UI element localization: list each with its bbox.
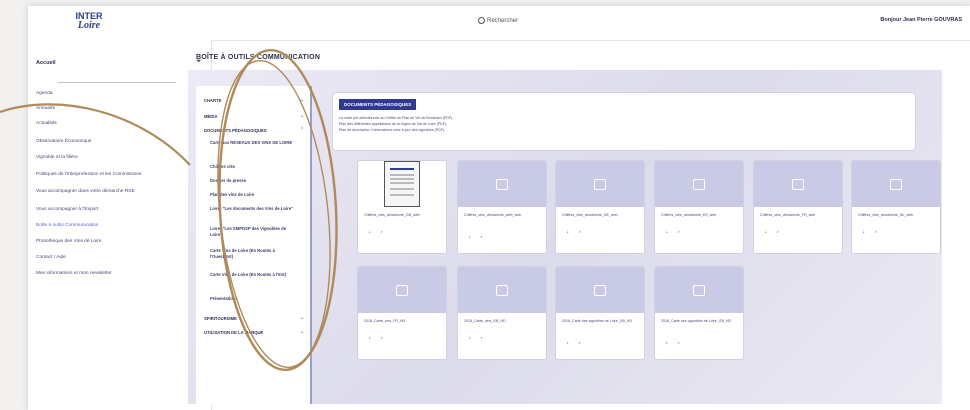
card-action-icons[interactable]: ⇣ ⌕ xyxy=(764,229,783,234)
placeholder-thumbnail xyxy=(754,161,842,207)
document-preview xyxy=(384,161,420,207)
document-card[interactable]: Chiffres_clés_vinsdeloire_web_web ⇣ ⌕ xyxy=(457,160,547,254)
document-card[interactable]: 2018_Carte_vins_FR_HD ⇣ ⌕ xyxy=(357,266,447,360)
sidebar-item[interactable]: Annuaire xyxy=(36,106,55,111)
tree-subitem[interactable]: Présentations xyxy=(210,296,298,302)
sidebar-item[interactable]: Vignoble et la filière xyxy=(36,155,78,160)
chevron-down-icon[interactable]: ⌄ xyxy=(300,329,304,335)
card-action-icons[interactable]: ⇣ ⌕ xyxy=(665,229,684,234)
card-filename: Chiffres_clés_vinsdeloire_GB_web xyxy=(364,213,420,217)
tree-subitem[interactable]: Livret "Les documents des Vins de Loire" xyxy=(210,206,298,212)
document-card[interactable]: Chiffres_clés_vinsdeloire_ES_web ⇣ ⌕ xyxy=(654,160,744,254)
file-icon xyxy=(594,284,606,296)
sidebar-item[interactable]: Observatoire Économique xyxy=(36,139,91,144)
card-action-icons[interactable]: ⇣ ⌕ xyxy=(665,340,684,345)
tree-folder[interactable]: UTILISATION DE LA MARQUE xyxy=(204,330,263,335)
placeholder-thumbnail xyxy=(458,267,546,313)
card-action-icons[interactable]: ⇣ ⌕ xyxy=(468,335,487,340)
file-icon xyxy=(496,178,508,190)
document-card[interactable]: Chiffres_clés_vinsdeloire_NL_web ⇣ ⌕ xyxy=(851,160,941,254)
tree-subitem[interactable]: Carte Vins de Loire (En Routes à l'Ouest… xyxy=(210,248,298,260)
placeholder-thumbnail xyxy=(655,267,743,313)
card-action-icons[interactable]: ⇣ ⌕ xyxy=(468,234,487,239)
chevron-down-icon[interactable]: ⌄ xyxy=(300,315,304,321)
sidebar-item[interactable]: Boîte à outils Communication xyxy=(36,223,98,228)
tree-subitem[interactable]: Plan des vins de Loire xyxy=(210,192,298,198)
tree-subitem[interactable]: Dossier de presse xyxy=(210,178,298,184)
card-filename: Chiffres_clés_vinsdeloire_DE_web xyxy=(562,213,618,217)
card-action-icons[interactable]: ⇣ ⌕ xyxy=(566,229,585,234)
tree-subitem[interactable]: Chiffres clés xyxy=(210,164,298,170)
sidebar-item[interactable]: Photothèque des Vins de Loire xyxy=(36,239,102,244)
document-card[interactable]: Chiffres_clés_vinsdeloire_GB_web ⇣ ⌕ xyxy=(357,160,447,254)
sidebar-item[interactable]: Vous accompagner à l'Export xyxy=(36,207,98,212)
document-card[interactable]: 2018_Carte des vignobles de Loire_GB_HD ⇣… xyxy=(654,266,744,360)
sidebar-divider xyxy=(58,82,176,83)
search-button[interactable]: Rechercher xyxy=(478,17,518,24)
file-icon xyxy=(693,178,705,190)
info-line-2: Plan des différentes appellations de la … xyxy=(339,122,448,126)
panel-divider[interactable] xyxy=(310,86,312,404)
sidebar-home[interactable]: Accueil xyxy=(36,60,56,66)
card-filename: 2018_Carte_vins_GB_HD xyxy=(464,319,506,323)
info-line-1: La carte pré-sélectionnée au Chiffre de … xyxy=(339,116,454,120)
placeholder-thumbnail xyxy=(655,161,743,207)
placeholder-thumbnail xyxy=(852,161,940,207)
page-title: BOÎTE À OUTILS COMMUNICATION xyxy=(196,54,321,61)
chevron-down-icon[interactable]: ⌄ xyxy=(300,97,304,103)
tree-subitem[interactable]: Carte aux RÉSEAUX DES VINS DE LOIRE xyxy=(210,140,298,146)
placeholder-thumbnail xyxy=(556,267,644,313)
card-filename: Chiffres_clés_vinsdeloire_NL_web xyxy=(858,213,914,217)
placeholder-thumbnail xyxy=(458,161,546,207)
chevron-up-icon[interactable]: ⌃ xyxy=(300,127,304,133)
card-filename: Chiffres_clés_vinsdeloire_FR_web xyxy=(760,213,816,217)
card-filename: 2018_Carte_vins_FR_HD xyxy=(364,319,406,323)
info-box: DOCUMENTS PÉDAGOGIQUES La carte pré-séle… xyxy=(332,92,916,151)
tree-subitem[interactable]: Livret "Les SMPDSP des Vignobles de Loir… xyxy=(210,226,298,238)
file-icon xyxy=(693,284,705,296)
document-card[interactable]: 2018_Carte_vins_GB_HD ⇣ ⌕ xyxy=(457,266,547,360)
file-icon xyxy=(496,284,508,296)
card-action-icons[interactable]: ⇣ ⌕ xyxy=(368,335,387,340)
tree-folder[interactable]: DOCUMENTS PÉDAGOGIQUES xyxy=(204,128,267,133)
sidebar-item[interactable]: Agenda xyxy=(36,91,53,96)
user-menu[interactable]: Bonjour Jean Pierre GOUVRAS xyxy=(880,17,962,23)
tree-folder[interactable]: SPIRITOURISME xyxy=(204,316,237,321)
sidebar-item[interactable]: Vous accompagner dans votre démarche RSE xyxy=(36,189,135,194)
sidebar: Accueil ⏷ Agenda Annuaire Actualités Observ… xyxy=(28,40,212,410)
sidebar-item[interactable]: Actualités xyxy=(36,121,57,126)
card-filename: 2018_Carte des vignobles de Loire_GB_HD xyxy=(661,319,732,323)
tree-folder[interactable]: CHARTE xyxy=(204,98,221,103)
card-filename: Chiffres_clés_vinsdeloire_web_web xyxy=(464,213,522,217)
logo[interactable]: INTER Loire xyxy=(64,12,114,34)
search-label: Rechercher xyxy=(487,17,519,24)
document-card[interactable]: Chiffres_clés_vinsdeloire_FR_web ⇣ ⌕ xyxy=(753,160,843,254)
logo-line-2: Loire xyxy=(77,20,101,31)
card-filename: 2018_Carte des vignobles de Loire_GB_HD xyxy=(562,319,633,323)
placeholder-thumbnail xyxy=(556,161,644,207)
chevron-down-icon[interactable]: ⌄ xyxy=(300,113,304,119)
sidebar-item[interactable]: Contact / Aide xyxy=(36,255,66,260)
file-icon xyxy=(396,284,408,296)
sidebar-item[interactable]: Mes informations et mon newsletter xyxy=(36,271,112,276)
card-action-icons[interactable]: ⇣ ⌕ xyxy=(862,229,881,234)
tree-folder[interactable]: MÉDIA xyxy=(204,114,218,119)
document-card[interactable]: 2018_Carte des vignobles de Loire_GB_HD ⇣… xyxy=(555,266,645,360)
info-box-title: DOCUMENTS PÉDAGOGIQUES xyxy=(339,99,417,110)
card-action-icons[interactable]: ⇣ ⌕ xyxy=(368,229,387,234)
tree-subitem[interactable]: Carte Vins de Loire (En Routes à l'Est) xyxy=(210,272,298,278)
placeholder-thumbnail xyxy=(358,267,446,313)
card-action-icons[interactable]: ⇣ ⌕ xyxy=(566,340,585,345)
folder-tree: CHARTE ⌄ MÉDIA ⌄ DOCUMENTS PÉDAGOGIQUES ⌃ Cart… xyxy=(196,86,310,404)
search-icon xyxy=(478,17,485,24)
file-icon xyxy=(792,178,804,190)
info-line-3: Plan de description / informations mise … xyxy=(339,128,446,132)
file-icon xyxy=(594,178,606,190)
document-card[interactable]: Chiffres_clés_vinsdeloire_DE_web ⇣ ⌕ xyxy=(555,160,645,254)
document-thumbnail xyxy=(358,161,446,207)
file-icon xyxy=(890,178,902,190)
top-bar: INTER Loire Rechercher Bonjour Jean Pier… xyxy=(28,6,970,41)
sidebar-item[interactable]: Politiques de l'Interprofession et les C… xyxy=(36,172,141,177)
card-filename: Chiffres_clés_vinsdeloire_ES_web xyxy=(661,213,717,217)
